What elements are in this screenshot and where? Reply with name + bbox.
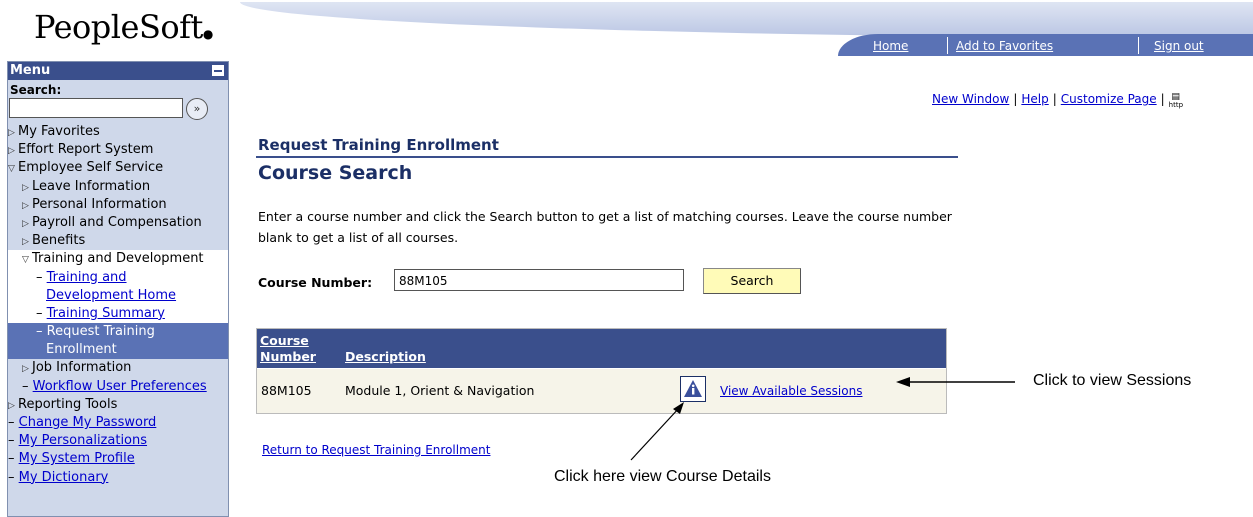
sessions-callout: Click to view Sessions — [1033, 372, 1192, 389]
details-callout: Click here view Course Details — [554, 468, 771, 485]
annotation-arrows — [630, 377, 1015, 461]
